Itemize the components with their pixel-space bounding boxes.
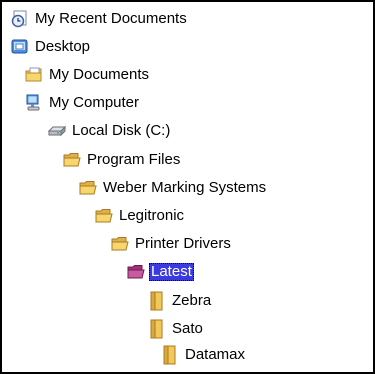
tree-item-local-disk[interactable]: Local Disk (C:) [47,120,172,142]
tree-item-label: Desktop [35,38,91,55]
closed-folder-icon [160,345,180,365]
tree-item-label: My Recent Documents [35,10,187,27]
tree-item-label: Local Disk (C:) [72,122,171,139]
tree-item-sato[interactable]: Sato [147,318,205,340]
folder-icon [94,206,114,226]
tree-item-label: Zebra [172,292,212,309]
tree-item-label: Sato [172,320,203,337]
folder-icon [126,262,146,282]
tree-item-printer-drivers[interactable]: Printer Drivers [110,233,233,255]
folder-tree-panel: My Recent Documents Desktop My Documents [0,0,375,374]
tree-item-label: My Computer [49,94,140,111]
desktop-icon [10,37,30,57]
closed-folder-icon [147,291,167,311]
tree-item-my-computer[interactable]: My Computer [24,92,141,114]
my-computer-icon [24,93,44,113]
local-disk-icon [47,121,67,141]
tree-item-datamax[interactable]: Datamax [160,344,247,366]
tree-item-label: My Documents [49,66,150,83]
folder-icon [78,178,98,198]
tree-item-program-files[interactable]: Program Files [62,149,182,171]
tree-item-weber-marking-systems[interactable]: Weber Marking Systems [78,177,268,199]
recent-documents-icon [10,9,30,29]
tree-item-legitronic[interactable]: Legitronic [94,205,186,227]
closed-folder-icon [147,319,167,339]
tree-item-label: Latest [149,263,194,281]
folder-icon [110,234,130,254]
tree-item-desktop[interactable]: Desktop [10,36,92,58]
tree-item-label: Datamax [185,346,246,363]
tree-item-label: Weber Marking Systems [103,179,267,196]
my-documents-icon [24,65,44,85]
tree-item-label: Printer Drivers [135,235,231,252]
tree-item-my-recent-documents[interactable]: My Recent Documents [10,8,189,30]
tree-item-label: Program Files [87,151,181,168]
tree-item-label: Legitronic [119,207,185,224]
folder-icon [62,150,82,170]
tree-item-zebra[interactable]: Zebra [147,290,213,312]
tree-item-my-documents[interactable]: My Documents [24,64,151,86]
tree-item-latest[interactable]: Latest [126,261,194,283]
